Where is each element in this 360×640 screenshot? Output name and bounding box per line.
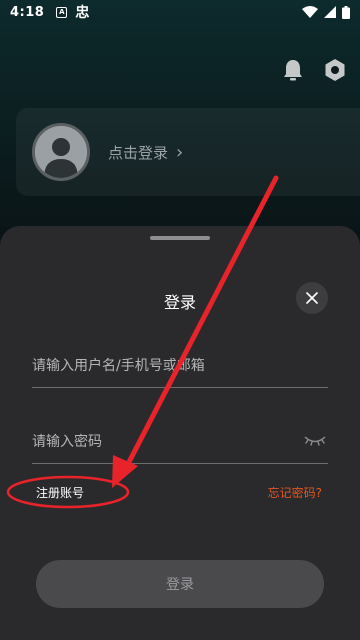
login-submit-button[interactable]: 登录 bbox=[36, 560, 324, 608]
profile-card[interactable]: 点击登录 › bbox=[16, 108, 360, 196]
avatar-placeholder-icon bbox=[35, 126, 87, 178]
username-input[interactable] bbox=[32, 344, 328, 387]
avatar bbox=[32, 123, 90, 181]
forgot-password-link[interactable]: 忘记密码? bbox=[268, 484, 322, 501]
status-system-icons bbox=[302, 5, 350, 19]
notification-a-icon: A bbox=[56, 6, 68, 18]
profile-login-label: 点击登录 bbox=[108, 143, 169, 162]
settings-button[interactable] bbox=[324, 58, 346, 82]
eye-closed-icon[interactable] bbox=[304, 434, 326, 448]
signal-icon bbox=[324, 6, 336, 18]
password-field-container bbox=[32, 420, 328, 464]
notification-app-icon: 忠 bbox=[75, 5, 90, 21]
notification-bell-button[interactable] bbox=[282, 58, 304, 82]
register-account-link[interactable]: 注册账号 bbox=[36, 484, 84, 501]
header-actions bbox=[282, 58, 346, 82]
status-bar: 4:18 A 忠 bbox=[0, 0, 360, 24]
login-bottom-sheet: 登录 注册账号 忘记密码? 登录 bbox=[0, 226, 360, 640]
wifi-icon bbox=[302, 6, 318, 18]
password-input[interactable] bbox=[32, 420, 328, 463]
battery-icon bbox=[342, 5, 350, 19]
chevron-right-icon: › bbox=[176, 141, 184, 163]
profile-login-link[interactable]: 点击登录 › bbox=[108, 142, 183, 163]
status-time: 4:18 bbox=[10, 4, 45, 20]
status-notification-icons: A 忠 bbox=[56, 2, 89, 22]
bell-icon bbox=[284, 60, 302, 81]
close-icon bbox=[306, 292, 318, 304]
close-button[interactable] bbox=[296, 282, 328, 314]
settings-hex-icon bbox=[325, 59, 345, 81]
username-field-container bbox=[32, 344, 328, 388]
drag-handle[interactable] bbox=[150, 236, 210, 240]
